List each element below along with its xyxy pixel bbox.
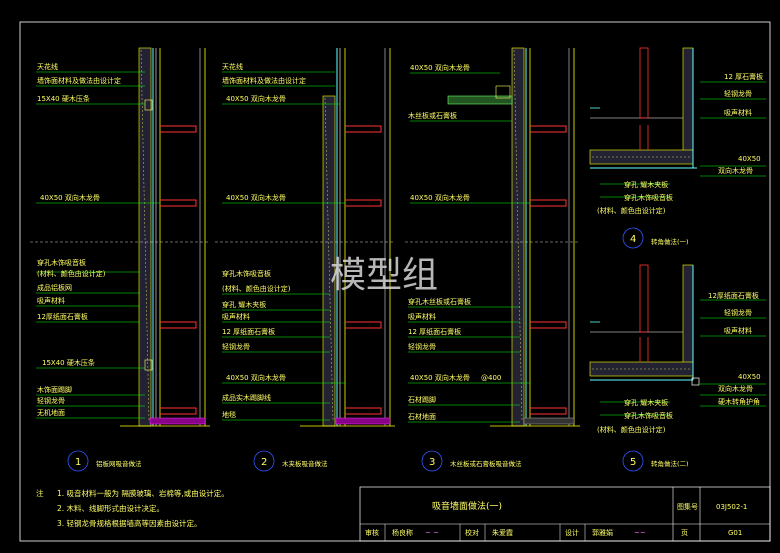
d5-label-7: 穿孔木饰吸音板 <box>624 411 673 420</box>
d2-label-0: 天花线 <box>222 62 243 71</box>
drawing-sheet: 天花线 墙饰面材料及做法由设计定 15X40 硬木压条 40X50 双向木龙骨 … <box>0 0 780 549</box>
d1-label-0: 天花线 <box>37 62 58 71</box>
d4-label-1: 轻钢龙骨 <box>724 89 752 98</box>
watermark: 模型组 <box>330 255 438 296</box>
designer-signature: ~~ <box>634 529 646 537</box>
design-label: 设计 <box>565 528 579 537</box>
atlas-number: 03J502-1 <box>716 503 747 511</box>
d4-label-6: 穿孔木饰吸音板 <box>624 193 673 202</box>
d1-label-7: 吸声材料 <box>37 296 65 305</box>
d2-label-10: 40X50 双向木龙骨 <box>226 373 286 382</box>
cad-drawing: 天花线 墙饰面材料及做法由设计定 15X40 硬木压条 40X50 双向木龙骨 … <box>19 21 771 542</box>
notes: 注 1. 吸音材料一般为 隔膜玻璃、岩棉等,或由设计定。 2. 木料、线脚形式由… <box>36 488 229 528</box>
d2-label-3: 40X50 双向木龙骨 <box>226 193 286 202</box>
atlas-label: 图集号 <box>677 502 698 511</box>
d3-label-7: 40X50 双向木龙骨 <box>410 373 470 382</box>
d1-label-9: 15X40 硬木压条 <box>42 358 95 367</box>
detail-2-number: 2 <box>261 457 267 468</box>
note-line-2: 2. 木料、线脚形式由设计决定。 <box>57 503 164 513</box>
d4-label-5: 穿孔 耀木夹板 <box>624 180 668 189</box>
d1-label-2: 15X40 硬木压条 <box>37 94 90 103</box>
d1-label-8: 12厚纸面石膏板 <box>37 312 88 321</box>
d3-label-2: 40X50 双向木龙骨 <box>410 193 470 202</box>
reviewer-signature: ~ ~ <box>425 529 439 537</box>
page-label: 页 <box>681 529 688 537</box>
d4-label-7: (材料、颜色由设计定) <box>597 206 666 215</box>
review-label: 审核 <box>365 528 379 537</box>
d1-label-11: 轻钢龙骨 <box>37 396 65 405</box>
d2-label-4: 穿孔木饰吸音板 <box>222 269 271 278</box>
d1-label-1: 墙饰面材料及做法由设计定 <box>37 76 121 85</box>
d3-label-10: 石材地面 <box>408 412 436 421</box>
d1-label-10: 木饰面踢脚 <box>37 385 72 394</box>
detail-5-caption: 转角做法(二) <box>651 459 689 468</box>
detail-1-caption: 铝板网吸音做法 <box>96 459 142 468</box>
d5-label-1: 轻钢龙骨 <box>724 308 752 317</box>
d1-label-3: 40X50 双向木龙骨 <box>40 193 100 202</box>
d2-label-7: 吸声材料 <box>222 312 250 321</box>
check-label: 校对 <box>465 528 479 537</box>
detail-4-number: 4 <box>630 234 636 245</box>
detail-2-caption: 木夹板吸音做法 <box>282 459 328 468</box>
title-block-title: 吸音墙面做法(一) <box>432 500 502 512</box>
d5-label-0: 12厚纸面石膏板 <box>708 291 759 300</box>
d3-label-5: 12 厚纸面石膏板 <box>408 327 461 336</box>
d5-label-6: 穿孔 耀木夹板 <box>624 398 668 407</box>
detail-3-number: 3 <box>429 457 435 468</box>
checker-name: 朱爱霞 <box>492 528 513 537</box>
d2-label-8: 12 厚纸面石膏板 <box>222 327 275 336</box>
d2-label-6: 穿孔 耀木夹板 <box>222 300 266 309</box>
page-number: G01 <box>728 529 742 537</box>
d3-label-8: @400 <box>481 374 501 382</box>
title-block: 吸音墙面做法(一) 图集号 03J502-1 审核 杨良称 ~ ~ 校对 朱爱霞… <box>359 486 771 542</box>
d2-label-5: (材料、颜色由设计定) <box>222 284 291 293</box>
d3-label-1: 木丝板或石膏板 <box>408 111 457 120</box>
detail-5-number: 5 <box>630 457 636 468</box>
notes-prefix: 注 <box>36 488 44 498</box>
detail-3-caption: 木丝板或石膏板吸音做法 <box>450 459 522 468</box>
d4-label-3: 40X50 <box>738 155 761 163</box>
d3-label-6: 轻钢龙骨 <box>408 342 436 351</box>
d5-label-8: (材料、颜色由设计定) <box>597 425 666 434</box>
d3-label-4: 吸声材料 <box>408 312 436 321</box>
d1-label-5: (材料、颜色由设计定) <box>37 269 106 278</box>
detail-5: 12厚纸面石膏板 轻钢龙骨 吸声材料 40X50 双向木龙骨 硬木转角护角 穿孔… <box>589 264 766 472</box>
d3-label-0: 40X50 双向木龙骨 <box>410 63 470 72</box>
d5-label-3: 40X50 <box>738 373 761 381</box>
d2-label-1: 墙饰面材料及做法由设计定 <box>222 76 306 85</box>
d5-label-5: 硬木转角护角 <box>718 397 760 406</box>
d5-label-2: 吸声材料 <box>724 326 752 335</box>
d2-label-9: 轻钢龙骨 <box>222 342 250 351</box>
note-line-1: 1. 吸音材料一般为 隔膜玻璃、岩棉等,或由设计定。 <box>57 488 229 498</box>
d3-label-3: 穿孔木丝板或石膏板 <box>408 297 471 306</box>
detail-1: 天花线 墙饰面材料及做法由设计定 15X40 硬木压条 40X50 双向木龙骨 … <box>30 47 210 472</box>
d2-label-11: 成品实木踢脚线 <box>222 393 271 402</box>
reviewer-name: 杨良称 <box>392 528 413 537</box>
d5-label-4: 双向木龙骨 <box>718 384 753 393</box>
detail-4-caption: 转角做法(一) <box>651 237 689 246</box>
note-line-3: 3. 轻钢龙骨规格根据墙高等因素由设计定。 <box>57 518 202 528</box>
d1-label-4: 穿孔木饰吸音板 <box>37 258 86 267</box>
detail-1-number: 1 <box>75 457 81 468</box>
d2-label-12: 地毯 <box>222 410 236 419</box>
d2-label-2: 40X50 双向木龙骨 <box>226 94 286 103</box>
d4-label-4: 双向木龙骨 <box>718 166 753 175</box>
d3-label-9: 石材踢脚 <box>408 395 436 404</box>
d4-label-2: 吸声材料 <box>724 108 752 117</box>
d1-label-6: 成品铝板网 <box>37 283 72 292</box>
designer-name: 郭雅娟 <box>592 528 613 537</box>
d4-label-0: 12 厚石膏板 <box>724 72 763 81</box>
detail-4: 12 厚石膏板 轻钢龙骨 吸声材料 40X50 双向木龙骨 穿孔 耀木夹板 穿孔… <box>589 47 766 249</box>
d1-label-12: 无机地面 <box>37 408 65 417</box>
